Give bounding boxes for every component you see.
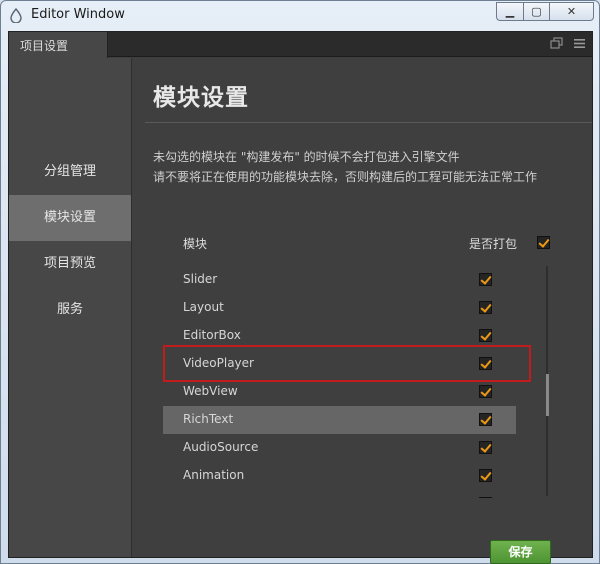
minimize-icon: ▁ [505,5,515,18]
sidebar-item-label: 项目预览 [43,256,96,271]
editor-window: Editor Window ▁ ▢ ✕ 项目设置 分组管理 模块设置 项目预览 … [0,0,600,564]
tab-project-settings[interactable]: 项目设置 [9,32,108,58]
title-divider [145,122,592,123]
drop-icon [10,8,22,23]
pack-checkbox[interactable] [479,301,492,314]
close-button[interactable]: ✕ [549,2,594,21]
tab-label: 项目设置 [20,39,69,53]
panel-client: 项目设置 分组管理 模块设置 项目预览 服务 模块设置 未勾选的模块在 "构建发… [8,31,593,564]
list-item[interactable]: AudioSource [163,434,516,462]
sidebar-item-label: 模块设置 [43,210,96,225]
popout-icon[interactable] [550,37,563,50]
sidebar: 分组管理 模块设置 项目预览 服务 [9,58,132,557]
list-item-partial[interactable] [163,490,516,498]
main-panel: 模块设置 未勾选的模块在 "构建发布" 的时候不会打包进入引擎文件 请不要将正在… [133,58,592,564]
pack-checkbox[interactable] [479,469,492,482]
maximize-button[interactable]: ▢ [523,2,549,21]
list-item[interactable]: Animation [163,462,516,490]
module-column-header: 模块 [183,237,208,251]
maximize-icon: ▢ [531,5,542,18]
sidebar-item-group-management[interactable]: 分组管理 [9,149,131,195]
tab-bar: 项目设置 [9,32,592,58]
module-name: EditorBox [183,328,241,342]
pack-checkbox[interactable] [479,385,492,398]
page-title: 模块设置 [153,85,249,111]
module-name: WebView [183,384,238,398]
select-all-checkbox[interactable] [537,236,550,249]
sidebar-item-label: 分组管理 [43,164,96,179]
pack-checkbox[interactable] [479,413,492,426]
module-name: Layout [183,300,224,314]
sidebar-item-project-preview[interactable]: 项目预览 [9,241,131,287]
minimize-button[interactable]: ▁ [496,2,523,21]
window-controls: ▁ ▢ ✕ [496,2,594,21]
close-icon: ✕ [566,5,577,18]
list-item[interactable]: Layout [163,294,516,322]
tab-actions [550,37,586,50]
save-button[interactable]: 保存 [490,540,551,564]
pack-checkbox[interactable] [479,441,492,454]
pack-checkbox[interactable] [479,273,492,286]
module-name: Slider [183,272,218,286]
list-item-selected[interactable]: RichText [163,406,516,434]
scrollbar-thumb[interactable] [546,374,549,416]
pack-column-header: 是否打包 [469,237,518,251]
module-list: Slider Layout EditorBox VideoPlayer WebV… [163,266,518,498]
description-line-1: 未勾选的模块在 "构建发布" 的时候不会打包进入引擎文件 [153,150,460,164]
module-name: AudioSource [183,440,259,454]
sidebar-item-label: 服务 [56,302,83,317]
pack-checkbox[interactable] [479,497,492,498]
sidebar-item-module-settings[interactable]: 模块设置 [9,195,131,241]
highlight-annotation [163,345,531,382]
module-name: Animation [183,468,245,482]
list-item[interactable]: WebView [163,378,516,406]
module-name: RichText [183,412,234,426]
menu-icon[interactable] [573,37,586,50]
sidebar-item-services[interactable]: 服务 [9,287,131,333]
list-item[interactable]: Slider [163,266,516,294]
pack-checkbox[interactable] [479,329,492,342]
description-line-2: 请不要将正在使用的功能模块去除，否则构建后的工程可能无法正常工作 [153,170,538,184]
title-bar[interactable]: Editor Window ▁ ▢ ✕ [1,1,599,31]
window-title: Editor Window [31,7,125,22]
